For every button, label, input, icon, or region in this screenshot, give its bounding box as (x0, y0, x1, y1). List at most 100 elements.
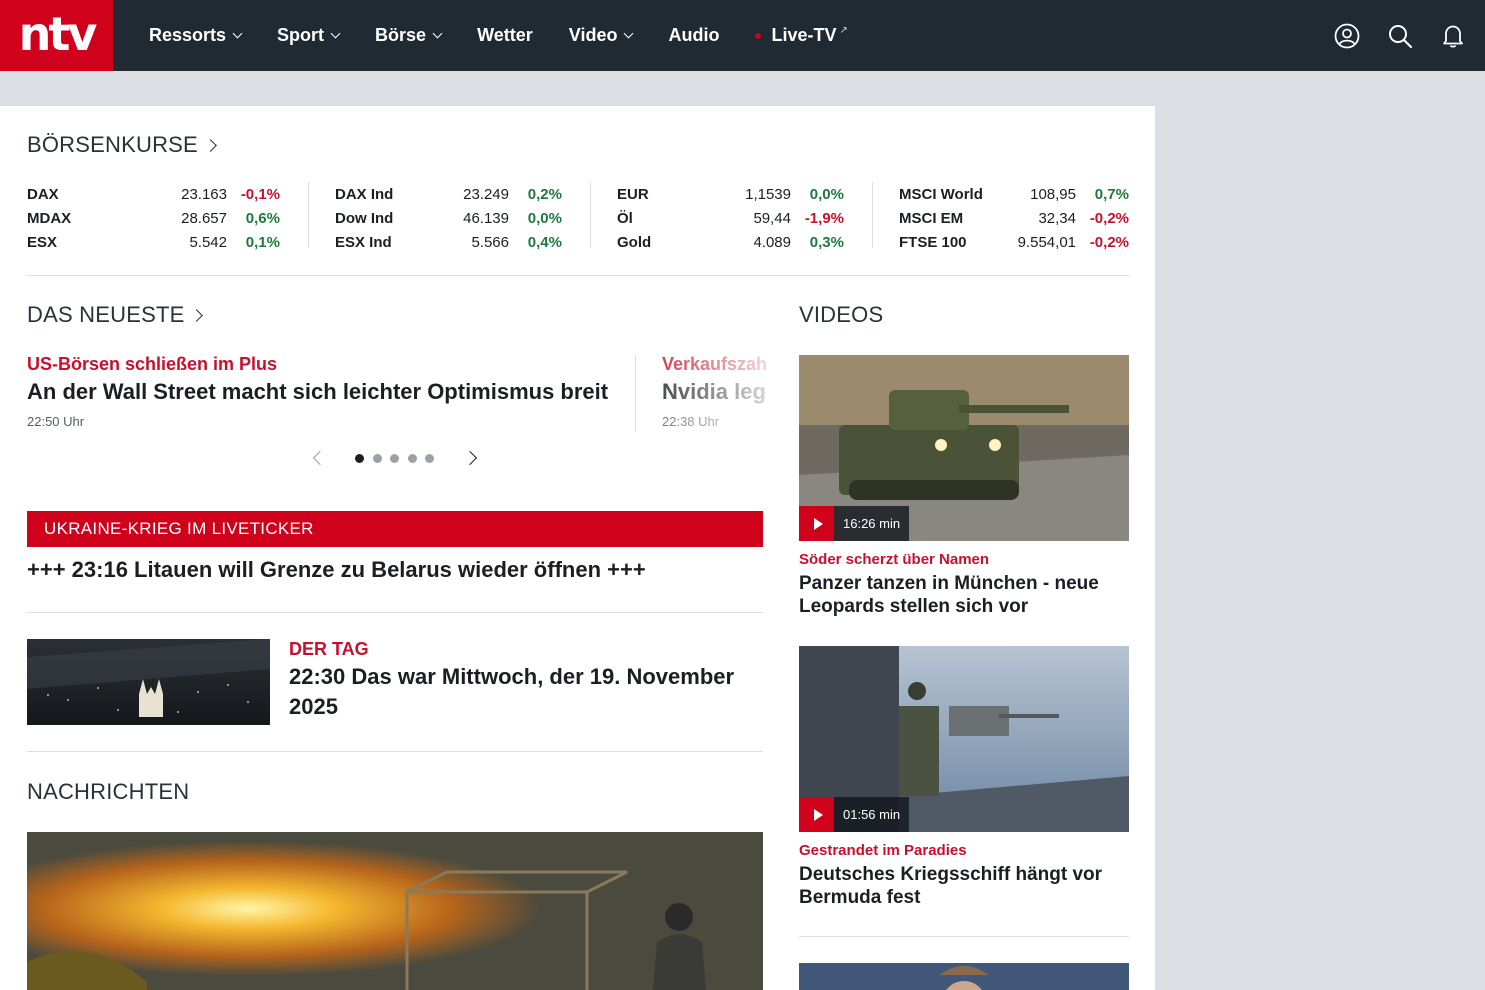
news-slide[interactable]: US-Börsen schließen im Plus An der Wall … (27, 354, 627, 429)
slide-time: 22:38 Uhr (662, 414, 720, 429)
nav-video[interactable]: Video (568, 25, 634, 46)
neueste-section-title[interactable]: DAS NEUESTE (27, 302, 204, 328)
stock-change: -0,2% (1089, 233, 1129, 251)
video-thumbnail[interactable]: 16:26 min (799, 355, 1129, 541)
nav-sport-label: Sport (277, 25, 325, 45)
stock-name: DAX Ind (335, 185, 394, 203)
chevron-down-icon (432, 28, 443, 39)
video-card[interactable]: 01:56 min Gestrandet im Paradies Deutsch… (799, 646, 1129, 909)
stock-row-gold[interactable]: Gold 4.089 0,3% (617, 230, 844, 254)
nav-boerse[interactable]: Börse (375, 25, 443, 46)
chevron-right-icon (204, 138, 217, 152)
nav-audio[interactable]: Audio (668, 25, 719, 46)
stock-row-msci-em[interactable]: MSCI EM 32,34 -0,2% (899, 206, 1129, 230)
videos-title-label: VIDEOS (799, 302, 884, 327)
stock-row-eur[interactable]: EUR 1,1539 0,0% (617, 182, 844, 206)
liveticker-banner[interactable]: UKRAINE-KRIEG IM LIVETICKER (27, 511, 763, 547)
play-icon[interactable] (799, 506, 834, 541)
chevron-left-icon[interactable] (312, 450, 328, 466)
main-content: BÖRSENKURSE DAX 23.163 -0,1% MDAX 28.657 0,6… (0, 106, 1155, 990)
der-tag-headline[interactable]: 22:30 Das war Mittwoch, der 19. November… (289, 662, 759, 722)
video-headline[interactable]: Deutsches Kriegsschiff hängt vor Bermuda… (799, 863, 1129, 909)
stock-change: -0,2% (1089, 209, 1129, 227)
nav-live-tv[interactable]: Live-TV ↗ (755, 25, 848, 46)
stock-value: 5.566 (471, 233, 509, 251)
divider (27, 275, 1129, 276)
stock-row-esx[interactable]: ESX 5.542 0,1% (27, 230, 280, 254)
stock-row-oel[interactable]: Öl 59,44 -1,9% (617, 206, 844, 230)
carousel-dot[interactable] (407, 453, 417, 463)
carousel-dot[interactable] (390, 453, 399, 463)
stock-value: 32,34 (1038, 209, 1076, 227)
stock-name: MSCI World (899, 185, 983, 203)
video-duration-badge: 16:26 min (799, 506, 910, 541)
stock-change: 0,2% (527, 185, 562, 203)
stocks-section-title[interactable]: BÖRSENKURSE (27, 132, 217, 158)
slide-headline: Nvidia leg (662, 379, 766, 404)
stock-ticker: DAX 23.163 -0,1% MDAX 28.657 0,6% ESX 5.542 0,… (27, 182, 1129, 251)
stock-change: 0,1% (245, 233, 280, 251)
der-tag-image[interactable] (27, 639, 270, 725)
stock-row-mdax[interactable]: MDAX 28.657 0,6% (27, 206, 280, 230)
nav-ressorts[interactable]: Ressorts (149, 25, 243, 46)
stock-row-dax[interactable]: DAX 23.163 -0,1% (27, 182, 280, 206)
stock-row-esx-ind[interactable]: ESX Ind 5.566 0,4% (335, 230, 562, 254)
account-icon[interactable] (1333, 22, 1361, 50)
bell-icon[interactable] (1439, 22, 1467, 50)
stocks-title-label: BÖRSENKURSE (27, 132, 198, 157)
nachrichten-lead-image[interactable] (27, 832, 763, 990)
stock-name: ESX (27, 233, 58, 251)
video-thumbnail[interactable]: 01:56 min (799, 646, 1129, 832)
divider (27, 612, 763, 613)
video-thumbnail-partial[interactable] (799, 963, 1129, 990)
stock-change: 0,6% (245, 209, 280, 227)
live-dot-icon (755, 32, 762, 39)
stock-name: DAX (27, 185, 59, 203)
play-icon[interactable] (799, 797, 834, 832)
stock-value: 46.139 (463, 209, 509, 227)
slide-headline: An der Wall Street macht sich leichter O… (27, 379, 609, 404)
stock-value: 5.542 (189, 233, 227, 251)
carousel-dots (355, 453, 443, 463)
carousel-dot[interactable] (355, 453, 364, 463)
divider (27, 751, 763, 752)
stock-change: 0,4% (527, 233, 562, 251)
nav-ressorts-label: Ressorts (149, 25, 227, 45)
video-duration-badge: 01:56 min (799, 797, 910, 832)
stock-row-msci-world[interactable]: MSCI World 108,95 0,7% (899, 182, 1129, 206)
search-icon[interactable] (1386, 22, 1414, 50)
liveticker-headline[interactable]: +++ 23:16 Litauen will Grenze zu Belarus… (27, 557, 646, 583)
nav-sport[interactable]: Sport (277, 25, 341, 46)
stock-row-ftse-100[interactable]: FTSE 100 9.554,01 -0,2% (899, 230, 1129, 254)
top-navigation-bar: ntv Ressorts Sport Börse Wetter Video Au… (0, 0, 1485, 71)
slide-kicker: Verkaufszah (662, 354, 768, 374)
nav-boerse-label: Börse (375, 25, 427, 45)
carousel-dot[interactable] (372, 453, 382, 463)
stock-value: 9.554,01 (1017, 233, 1076, 251)
video-card[interactable]: 16:26 min Söder scherzt über Namen Panze… (799, 355, 1129, 618)
stock-value: 108,95 (1030, 185, 1076, 203)
main-nav: Ressorts Sport Börse Wetter Video Audio … (149, 0, 884, 71)
neueste-title-label: DAS NEUESTE (27, 302, 185, 327)
carousel-dot[interactable] (425, 453, 434, 463)
nav-live-tv-label: Live-TV (771, 25, 837, 45)
video-headline[interactable]: Panzer tanzen in München - neue Leopards… (799, 572, 1129, 618)
divider (799, 936, 1129, 937)
stock-name: Dow Ind (335, 209, 394, 227)
stock-column: MSCI World 108,95 0,7% MSCI EM 32,34 -0,2% F… (873, 182, 1129, 251)
stock-value: 4.089 (753, 233, 791, 251)
stock-change: -0,1% (240, 185, 280, 203)
stock-change: -1,9% (804, 209, 844, 227)
nav-video-label: Video (568, 25, 618, 45)
chevron-right-icon[interactable] (462, 450, 477, 466)
ntv-logo[interactable]: ntv (0, 0, 113, 71)
stock-name: EUR (617, 185, 649, 203)
stock-row-dow-ind[interactable]: Dow Ind 46.139 0,0% (335, 206, 562, 230)
nav-wetter[interactable]: Wetter (477, 25, 533, 46)
chevron-down-icon (330, 28, 341, 39)
nav-audio-label: Audio (668, 25, 720, 45)
stock-row-dax-ind[interactable]: DAX Ind 23.249 0,2% (335, 182, 562, 206)
video-kicker: Gestrandet im Paradies (799, 842, 967, 859)
chevron-right-icon (190, 308, 204, 322)
news-slide-next[interactable]: Verkaufszah Nvidia leg 22:38 Uhr (662, 354, 772, 434)
